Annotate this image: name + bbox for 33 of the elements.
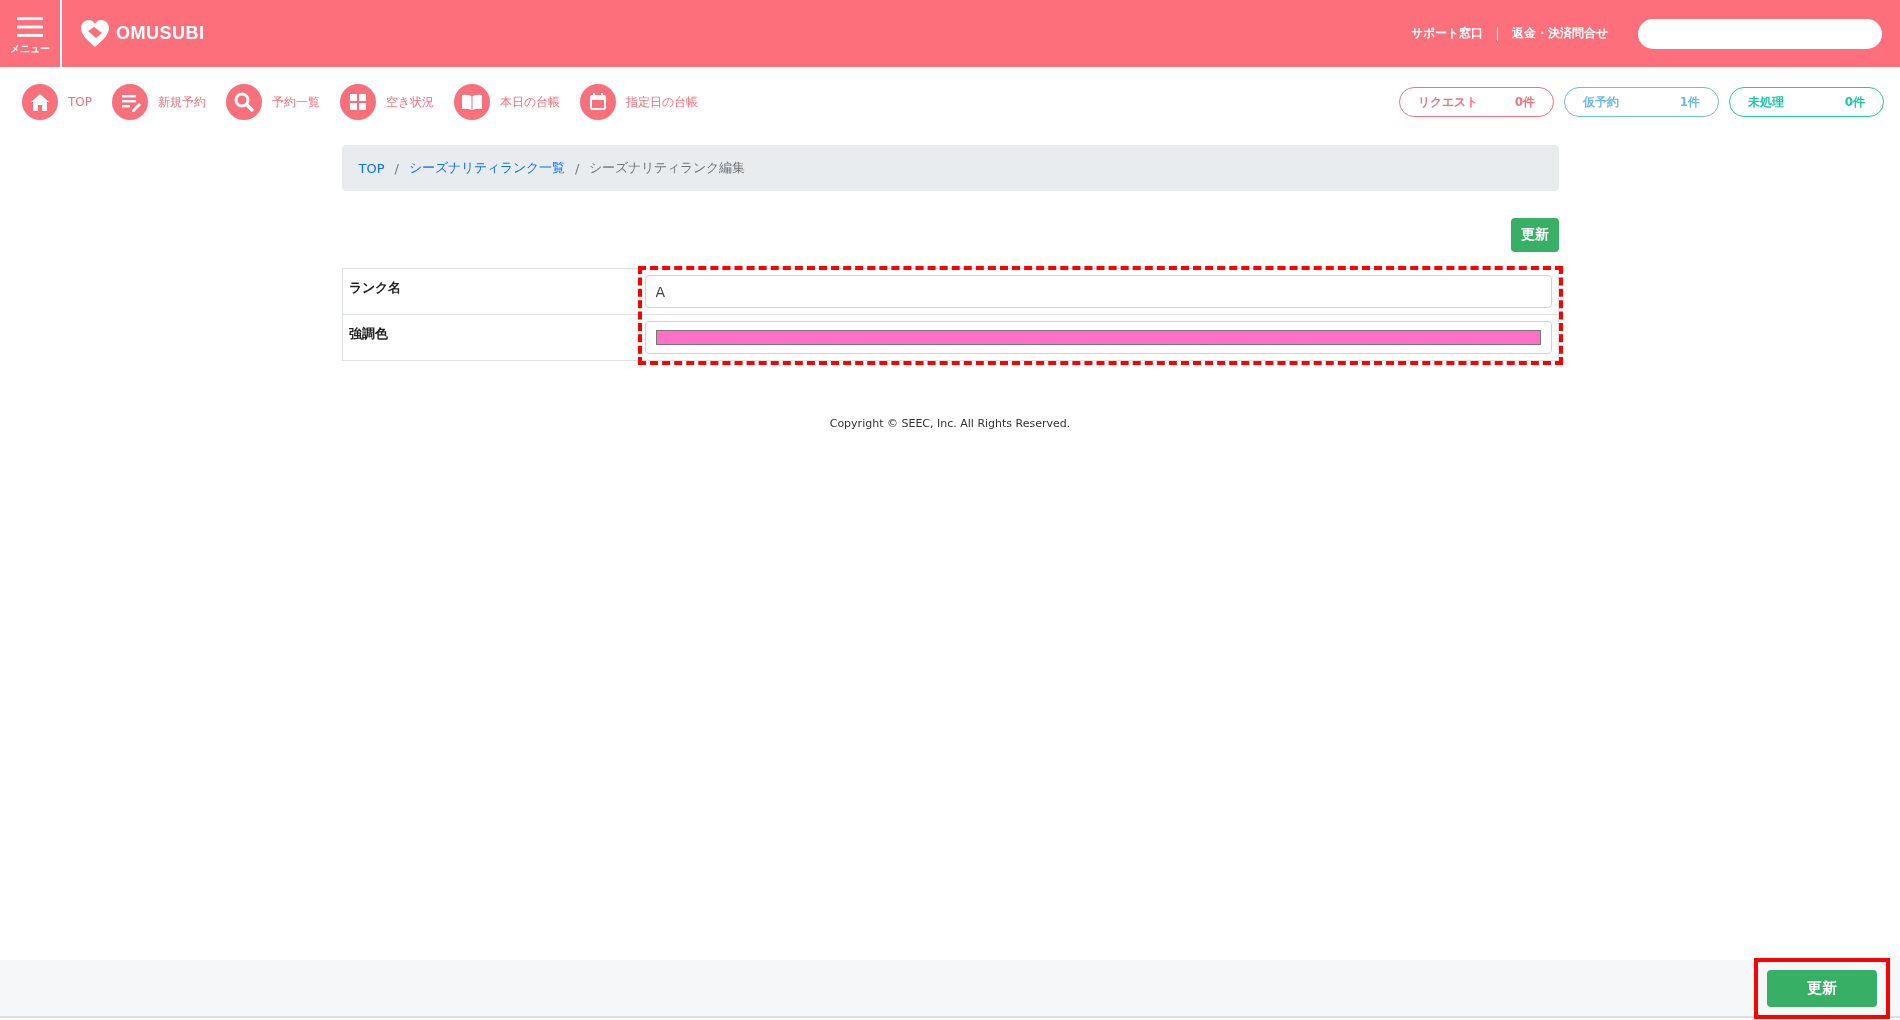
nav-link[interactable]: 予約一覧 xyxy=(226,84,320,120)
document-pen-icon xyxy=(112,84,148,120)
nav-link[interactable]: 空き状況 xyxy=(340,84,434,120)
breadcrumb-separator: / xyxy=(394,160,399,176)
home-icon xyxy=(22,84,58,120)
color-field[interactable] xyxy=(644,321,1552,354)
grid-icon xyxy=(340,84,376,120)
text-field[interactable]: A xyxy=(644,275,1552,308)
nav-link[interactable]: 新規予約 xyxy=(112,84,206,120)
calendar-icon xyxy=(580,84,616,120)
nav-link[interactable]: 指定日の台帳 xyxy=(580,84,698,120)
header-link[interactable]: 返金・決済問合せ xyxy=(1512,25,1608,42)
search-icon xyxy=(226,84,262,120)
logo-text: OMUSUBI xyxy=(116,23,205,44)
breadcrumb-separator: / xyxy=(574,160,580,176)
update-button[interactable]: 更新 xyxy=(1510,218,1559,252)
book-icon xyxy=(454,84,490,120)
search-field[interactable] xyxy=(1638,18,1882,49)
status-pill[interactable]: リクエスト 0件 xyxy=(1399,87,1554,117)
nav-link[interactable]: TOP xyxy=(22,84,92,120)
status-pill[interactable]: 仮予約 1件 xyxy=(1564,87,1719,117)
nav-link[interactable]: 本日の台帳 xyxy=(454,84,560,120)
field-label: 強調色 xyxy=(342,314,645,361)
update-button[interactable]: 更新 xyxy=(1767,969,1877,1007)
breadcrumb-link[interactable]: シーズナリティランク一覧 xyxy=(408,159,565,177)
breadcrumb-current: シーズナリティランク編集 xyxy=(589,159,746,177)
status-pill[interactable]: 未処理 0件 xyxy=(1729,87,1884,117)
copyright-text: Copyright © SEEC, Inc. All Rights Reserved. xyxy=(828,417,1072,430)
field-label: ランク名 xyxy=(342,268,645,315)
heart-logo-icon xyxy=(80,18,110,49)
menu-icon xyxy=(17,17,43,37)
header-link[interactable]: サポート窓口 xyxy=(1411,25,1483,42)
breadcrumb-link[interactable]: TOP xyxy=(358,160,385,176)
